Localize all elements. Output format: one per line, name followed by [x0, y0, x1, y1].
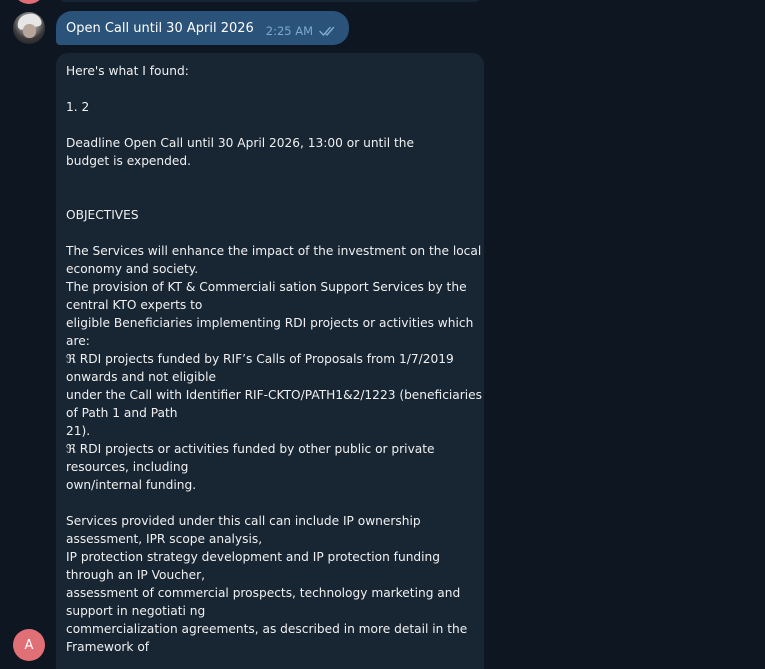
- bot-avatar[interactable]: A: [13, 629, 45, 661]
- message-line: resources, including: [66, 460, 189, 474]
- bot-avatar-initial: A: [24, 637, 34, 653]
- message-line: Deadline Open Call until 30 April 2026, …: [66, 136, 414, 150]
- message-line: of Path 1 and Path: [66, 406, 178, 420]
- message-time: 2:25 AM: [265, 24, 314, 38]
- chat-view: Open Call until 30 April 2026 2:25 AM He…: [0, 0, 765, 669]
- message-line: 21).: [66, 424, 91, 438]
- incoming-message-text: Here's what I found: 1. 2 Deadline Open Ca…: [66, 62, 483, 656]
- message-line: assessment of commercial prospects, tech…: [66, 586, 461, 600]
- message-line: onwards and not eligible: [66, 370, 217, 384]
- message-line: IP protection strategy development and I…: [66, 550, 441, 564]
- message-line: are:: [66, 334, 90, 348]
- message-line: Framework of: [66, 640, 150, 654]
- message-line: budget is expended.: [66, 154, 191, 168]
- outgoing-message-text: Open Call until 30 April 2026: [66, 20, 254, 36]
- previous-message-bubble: [56, 0, 484, 2]
- message-line: OBJECTIVES: [66, 208, 139, 222]
- message-line: 1. 2: [66, 100, 90, 114]
- message-line: ℜ RDI projects funded by RIF’s Calls of …: [66, 352, 454, 366]
- message-line: Here's what I found:: [66, 64, 189, 78]
- message-line: own/internal funding.: [66, 478, 197, 492]
- message-line: under the Call with Identifier RIF-CKTO/…: [66, 388, 483, 402]
- message-line: commercialization agreements, as describ…: [66, 622, 468, 636]
- message-line: central KTO experts to: [66, 298, 203, 312]
- message-line: eligible Beneficiaries implementing RDI …: [66, 316, 474, 330]
- message-line: ℜ RDI projects or activities funded by o…: [66, 442, 435, 456]
- message-line: through an IP Voucher,: [66, 568, 206, 582]
- incoming-message-bubble[interactable]: Here's what I found: 1. 2 Deadline Open Ca…: [56, 53, 484, 669]
- user-avatar[interactable]: [13, 12, 45, 44]
- message-line: Services provided under this call can in…: [66, 514, 421, 528]
- outgoing-message-bubble[interactable]: Open Call until 30 April 2026 2:25 AM: [56, 11, 350, 45]
- message-line: assessment, IPR scope analysis,: [66, 532, 263, 546]
- message-line: support in negotiati ng: [66, 604, 206, 618]
- double-check-icon: [319, 26, 335, 36]
- message-line: The Services will enhance the impact of …: [66, 244, 482, 258]
- previous-avatar: [13, 0, 45, 4]
- message-line: The provision of KT & Commerciali sation…: [66, 280, 467, 294]
- message-line: economy and society.: [66, 262, 199, 276]
- avatar-face: [23, 24, 36, 38]
